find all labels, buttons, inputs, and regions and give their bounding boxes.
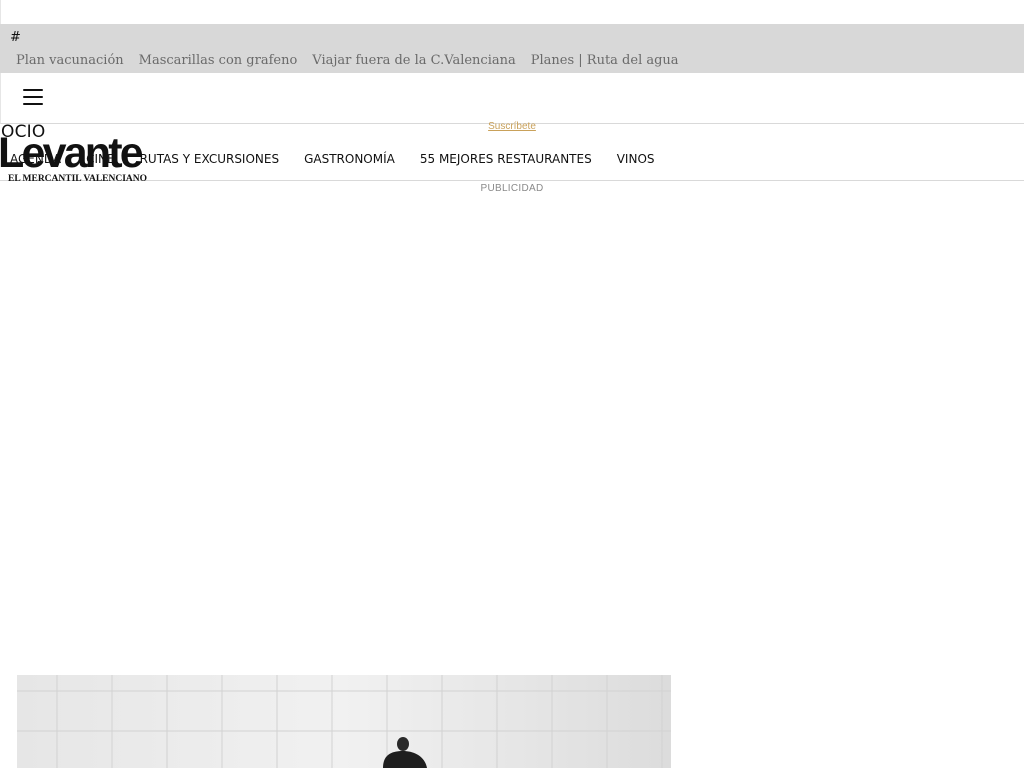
top-strip [0,0,1024,24]
header-bar [0,73,1024,124]
hero-image[interactable] [17,675,671,768]
trending-link-viajar[interactable]: Viajar fuera de la C.Valenciana [312,53,515,68]
hero-photo-illustration [17,675,671,768]
trending-links: Plan vacunación Mascarillas con grafeno … [16,53,679,68]
trending-link-mascarillas[interactable]: Mascarillas con grafeno [139,53,298,68]
nav-item-gastronomia[interactable]: GASTRONOMÍA [304,152,395,166]
section-nav: AGENDA CINE RUTAS Y EXCURSIONES GASTRONO… [0,124,1024,181]
nav-item-restaurantes[interactable]: 55 MEJORES RESTAURANTES [420,152,592,166]
trending-bar: # Plan vacunación Mascarillas con grafen… [0,24,1024,73]
hamburger-menu-icon[interactable] [23,89,43,105]
nav-item-vinos[interactable]: VINOS [617,152,655,166]
levante-logo[interactable]: Levante EL MERCANTIL VALENCIANO [0,132,152,186]
hash-icon: # [10,30,21,45]
subscribe-link[interactable]: Suscríbete [488,121,536,132]
logo-wordmark: Levante [0,129,144,177]
nav-item-rutas[interactable]: RUTAS Y EXCURSIONES [140,152,280,166]
subscribe-row: Suscríbete [0,121,1024,132]
advertising-label: PUBLICIDAD [480,183,544,194]
trending-link-plan-vacunacion[interactable]: Plan vacunación [16,53,124,68]
trending-link-planes[interactable]: Planes | Ruta del agua [531,53,679,68]
